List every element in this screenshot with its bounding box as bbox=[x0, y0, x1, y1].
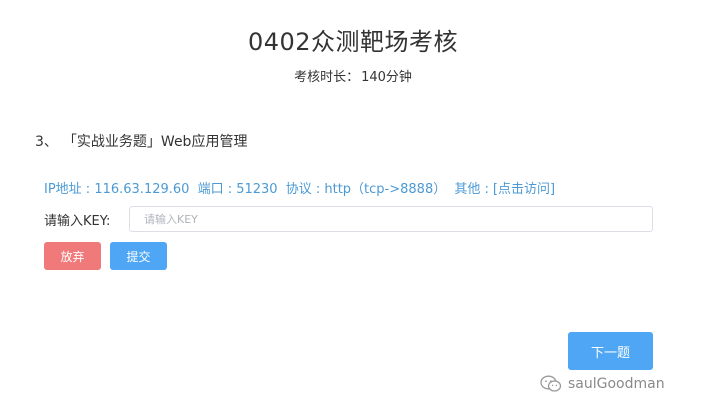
duration-label: 考核时长： bbox=[294, 70, 360, 85]
wechat-icon bbox=[540, 375, 562, 392]
watermark: saulGoodman bbox=[540, 373, 665, 395]
target-ip: IP地址 : 116.63.129.60 bbox=[44, 182, 190, 197]
question-number: 3、 bbox=[35, 134, 58, 150]
target-other-label: 其他 : bbox=[454, 182, 489, 197]
key-label: 请输入KEY: bbox=[44, 213, 111, 229]
target-protocol: 协议 : http（tcp->8888） bbox=[285, 182, 447, 197]
exam-duration: 考核时长： 140分钟 bbox=[0, 66, 706, 85]
visit-link[interactable]: [点击访问] bbox=[493, 182, 555, 197]
abandon-button[interactable]: 放弃 bbox=[44, 242, 101, 270]
question-heading: 3、 「实战业务题」Web应用管理 bbox=[35, 131, 247, 151]
target-port: 端口 : 51230 bbox=[197, 182, 278, 197]
key-row: 请输入KEY: bbox=[44, 206, 653, 232]
key-input[interactable] bbox=[129, 206, 653, 232]
target-info: IP地址 : 116.63.129.60 端口 : 51230 协议 : htt… bbox=[44, 178, 555, 197]
next-question-button[interactable]: 下一题 bbox=[568, 332, 653, 370]
submit-button[interactable]: 提交 bbox=[110, 242, 167, 270]
exam-title: 0402众测靶场考核 bbox=[247, 28, 459, 56]
question-title: 「实战业务题」Web应用管理 bbox=[69, 134, 248, 150]
watermark-text: saulGoodman bbox=[568, 376, 665, 392]
duration-value: 140分钟 bbox=[361, 70, 412, 85]
